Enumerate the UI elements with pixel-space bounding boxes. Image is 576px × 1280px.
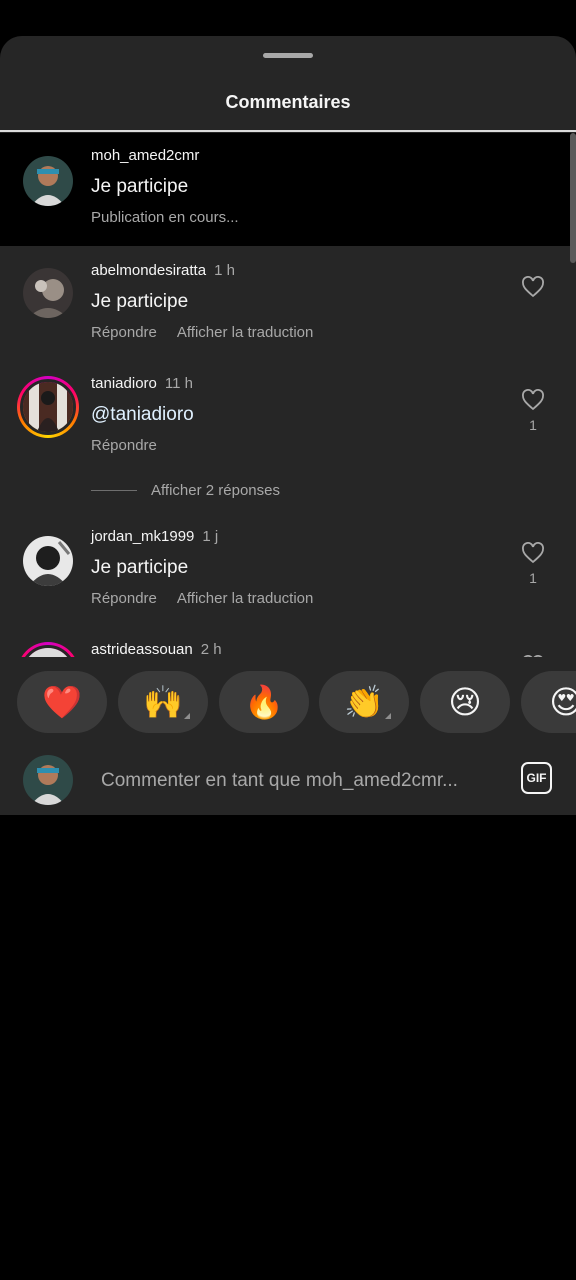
avatar-with-story-ring[interactable] <box>17 376 79 438</box>
clapping-hands-emoji-icon: 👏 <box>344 684 384 720</box>
list-item: jordan_mk1999 1 j Je participe Répondre Af… <box>0 512 576 625</box>
view-replies-label: Afficher 2 réponses <box>151 482 280 499</box>
heart-eyes-emoji-button[interactable]: 😍 <box>521 671 576 733</box>
fire-emoji-icon: 🔥 <box>244 684 284 720</box>
user-avatar-image <box>23 536 73 586</box>
like-button[interactable] <box>520 655 546 657</box>
user-avatar-image <box>23 156 73 206</box>
heart-eyes-emoji-icon: 😍 <box>549 684 576 720</box>
username-text: astrideassouan <box>91 641 193 657</box>
fire-emoji-button[interactable]: 🔥 <box>219 671 309 733</box>
raising-hands-emoji-icon: 🙌 <box>143 684 183 720</box>
avatar[interactable] <box>23 268 73 318</box>
comment-text: Je participe <box>91 176 189 197</box>
like-button[interactable]: 1 <box>520 389 546 433</box>
heart-outline-icon <box>522 276 544 298</box>
username-text: abelmondesiratta <box>91 262 207 279</box>
like-count: 1 <box>529 570 537 586</box>
reply-button[interactable]: Répondre <box>91 324 157 341</box>
avatar-with-story-ring[interactable] <box>17 642 79 657</box>
emoji-reaction-bar: ❤️ 🙌 🔥 👏 😢 😍 <box>0 671 576 735</box>
list-item: taniadioro 11 h @taniadioro Répondre 1 <box>0 359 576 499</box>
like-count: 1 <box>529 417 537 433</box>
comment-text: Je participe <box>91 291 189 312</box>
comment-input[interactable]: Commenter en tant que moh_amed2cmr... <box>101 770 501 792</box>
raising-hands-emoji-button[interactable]: 🙌 <box>118 671 208 733</box>
like-button[interactable]: 1 <box>520 542 546 586</box>
comment-composer: Commenter en tant que moh_amed2cmr... GI… <box>0 740 576 815</box>
skin-tone-indicator <box>184 713 190 719</box>
heart-emoji-button[interactable]: ❤️ <box>17 671 107 733</box>
comment-username[interactable]: astrideassouan 2 h <box>91 641 222 657</box>
user-avatar-image <box>23 382 73 432</box>
skin-tone-indicator <box>385 713 391 719</box>
comment-actions: Répondre Afficher la traduction <box>91 324 313 341</box>
scrollbar[interactable] <box>570 133 576 263</box>
comment-actions: Répondre <box>91 437 157 454</box>
avatar[interactable] <box>23 536 73 586</box>
translate-button[interactable]: Afficher la traduction <box>177 590 313 607</box>
user-avatar-image <box>23 648 73 657</box>
comment-username[interactable]: moh_amed2cmr <box>91 147 199 164</box>
heart-outline-icon <box>522 389 544 411</box>
comment-time: 1 h <box>214 262 235 279</box>
comment-time: 1 j <box>202 528 219 545</box>
title-divider <box>0 130 576 132</box>
posting-status: Publication en cours... <box>91 209 239 226</box>
sheet-title: Commentaires <box>225 92 351 112</box>
heart-outline-icon <box>522 542 544 564</box>
username-text: jordan_mk1999 <box>91 528 195 545</box>
heart-outline-icon <box>523 655 543 657</box>
crying-face-emoji-icon: 😢 <box>448 684 482 720</box>
view-replies-button[interactable]: Afficher 2 réponses <box>91 482 280 499</box>
crying-face-emoji-button[interactable]: 😢 <box>420 671 510 733</box>
user-avatar-image <box>23 268 73 318</box>
pending-comment: moh_amed2cmr Je participe Publication en… <box>0 133 576 246</box>
list-item: astrideassouan 2 h <box>0 625 576 657</box>
reply-button[interactable]: Répondre <box>91 590 157 607</box>
heart-emoji-icon: ❤️ <box>42 684 82 720</box>
avatar[interactable] <box>23 156 73 206</box>
reply-button[interactable]: Répondre <box>91 437 157 454</box>
like-button[interactable] <box>520 276 546 298</box>
username-text: taniadioro <box>91 375 157 392</box>
drag-handle[interactable] <box>263 53 313 58</box>
comment-username[interactable]: abelmondesiratta 1 h <box>91 262 235 279</box>
comment-username[interactable]: taniadioro 11 h <box>91 375 193 392</box>
comment-username[interactable]: jordan_mk1999 1 j <box>91 528 218 545</box>
comment-actions: Répondre Afficher la traduction <box>91 590 313 607</box>
comment-time: 11 h <box>164 375 193 392</box>
comments-sheet: Commentaires moh_amed2cmr Je participe P… <box>0 36 576 815</box>
user-avatar-image <box>23 755 73 805</box>
replies-divider <box>91 490 137 491</box>
avatar <box>23 755 73 805</box>
comment-text: Je participe <box>91 557 189 578</box>
comment-list: abelmondesiratta 1 h Je participe Répondr… <box>0 246 576 657</box>
clapping-hands-emoji-button[interactable]: 👏 <box>319 671 409 733</box>
mention-link[interactable]: @taniadioro <box>91 404 194 426</box>
gif-button[interactable]: GIF <box>521 762 552 794</box>
translate-button[interactable]: Afficher la traduction <box>177 324 313 341</box>
list-item: abelmondesiratta 1 h Je participe Répondr… <box>0 246 576 359</box>
comment-time: 2 h <box>200 641 222 657</box>
